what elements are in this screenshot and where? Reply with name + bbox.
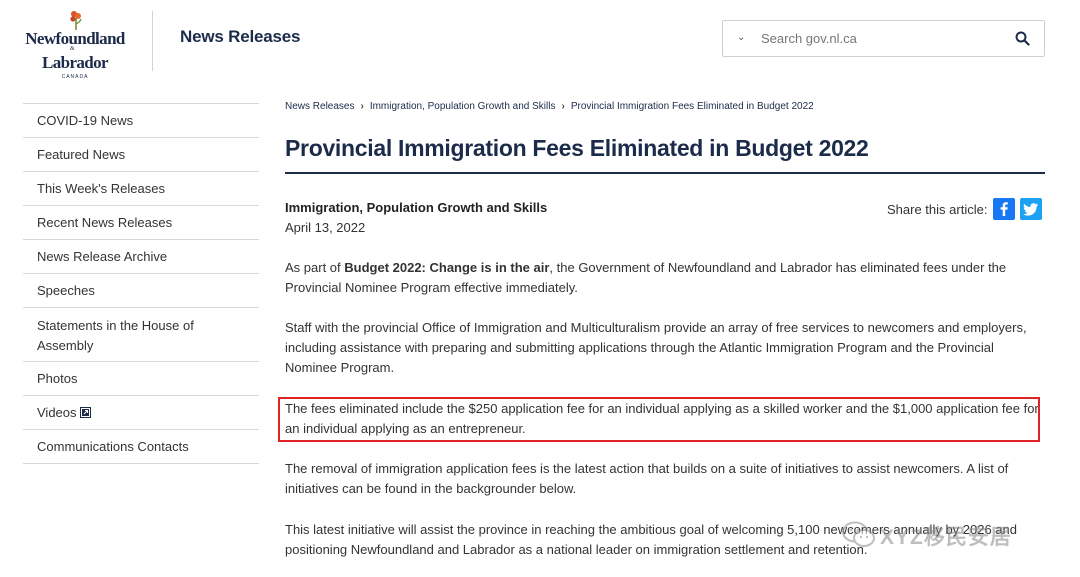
breadcrumb: News Releases › Immigration, Population Gr… [285,101,814,112]
logo-amp: & [70,46,75,52]
logo-country: CANADA [61,74,89,80]
highlight-annotation-box [278,397,1040,442]
search-box[interactable]: ⌄ Search gov.nl.ca [722,20,1045,57]
article-department: Immigration, Population Growth and Skill… [285,200,548,215]
watermark-text: XYZ移民安居 [880,526,1012,549]
budget-link[interactable]: Budget 2022: Change is in the air [344,260,549,275]
title-divider [285,172,1045,174]
sidebar-item-recent-news-releases[interactable]: Recent News Releases [23,206,259,240]
search-icon[interactable] [1015,31,1030,51]
sidebar-nav: COVID-19 News Featured News This Week's … [23,103,259,464]
chevron-down-icon[interactable]: ⌄ [737,32,745,43]
wechat-icon [842,521,875,547]
sidebar-item-communications-contacts[interactable]: Communications Contacts [23,430,259,464]
sidebar-item-news-release-archive[interactable]: News Release Archive [23,240,259,274]
twitter-icon[interactable] [1020,198,1042,220]
search-input[interactable]: Search gov.nl.ca [761,31,857,46]
sidebar-item-speeches[interactable]: Speeches [23,274,259,308]
article-paragraph-4: The removal of immigration application f… [285,461,1009,496]
sidebar-item-statements-house[interactable]: Statements in the House of Assembly [23,308,259,362]
p1-before: As part of [285,260,345,275]
article-paragraph-2: Staff with the provincial Office of Immi… [285,320,1027,375]
sidebar-item-covid-news[interactable]: COVID-19 News [23,104,259,138]
article-date: April 13, 2022 [285,220,366,235]
share-label: Share this article: [887,202,988,217]
header-divider [152,11,153,71]
pitcher-plant-logo-icon [70,11,82,30]
page-title: Provincial Immigration Fees Eliminated i… [285,135,869,161]
sidebar-item-videos-label: Videos [37,405,77,420]
sidebar-item-featured-news[interactable]: Featured News [23,138,259,172]
logo-line1: Newfoundland [25,29,125,48]
article-paragraph-1: As part of Budget 2022: Change is in the… [285,258,1045,298]
breadcrumb-chevron-icon: › [561,101,565,112]
breadcrumb-current[interactable]: Provincial Immigration Fees Eliminated i… [571,101,814,112]
sidebar-item-videos[interactable]: Videos [23,396,259,430]
sidebar-item-photos[interactable]: Photos [23,362,259,396]
facebook-icon[interactable] [993,198,1015,220]
breadcrumb-link-department[interactable]: Immigration, Population Growth and Skill… [370,101,556,112]
logo-line2: Labrador [41,53,109,72]
sidebar-item-this-weeks-releases[interactable]: This Week's Releases [23,172,259,206]
site-logo[interactable]: Newfoundland & Labrador CANADA [22,10,128,80]
site-title[interactable]: News Releases [180,27,300,47]
external-link-icon [79,404,91,424]
breadcrumb-chevron-icon: › [360,101,364,112]
watermark: XYZ移民安居 [842,520,1050,550]
breadcrumb-link-news-releases[interactable]: News Releases [285,101,354,112]
